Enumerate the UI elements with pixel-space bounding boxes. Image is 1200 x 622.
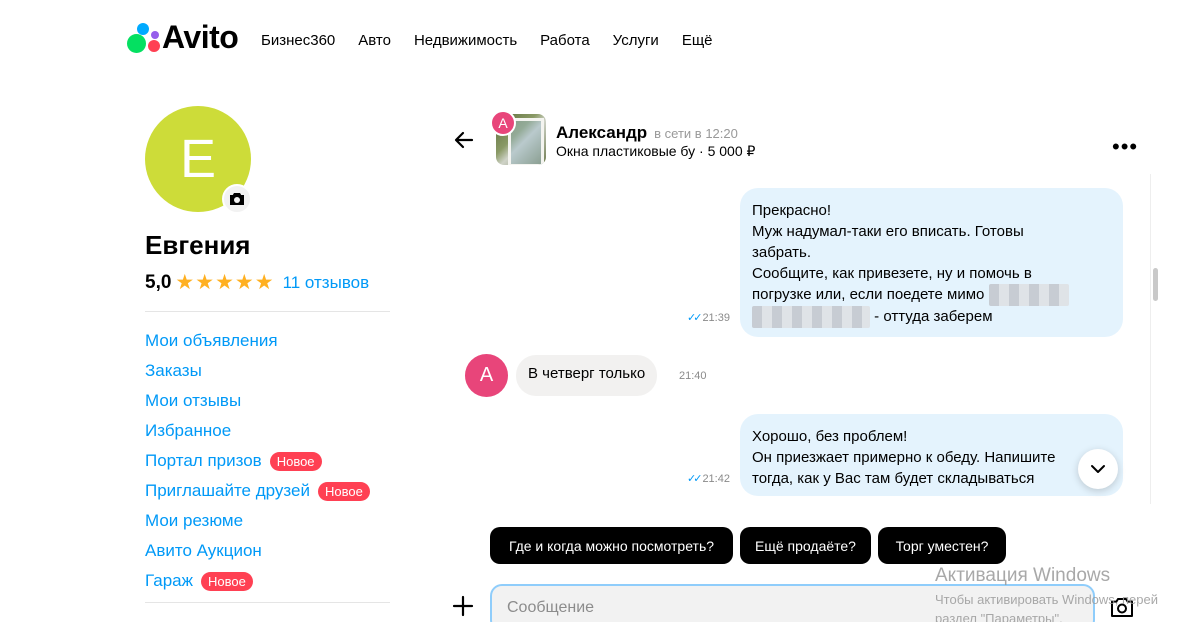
nav-realty[interactable]: Недвижимость bbox=[414, 32, 517, 49]
message-time: 21:40 bbox=[679, 370, 707, 382]
redacted-text bbox=[988, 284, 1069, 307]
menu-prize-portal[interactable]: Портал призов Новое bbox=[145, 446, 370, 476]
new-badge: Новое bbox=[269, 451, 322, 471]
rating-value: 5,0 bbox=[145, 271, 172, 293]
quick-reply-still-selling[interactable]: Ещё продаёте? bbox=[740, 527, 871, 564]
profile-name: Евгения bbox=[145, 230, 251, 260]
menu-my-reviews[interactable]: Мои отзывы bbox=[145, 386, 370, 416]
menu-invite-friends[interactable]: Приглашайте друзей Новое bbox=[145, 476, 370, 506]
star-icons: ★★★★★ bbox=[175, 271, 275, 294]
windows-activation-title: Активация Windows bbox=[935, 565, 1111, 586]
nav-more[interactable]: Ещё bbox=[682, 32, 713, 49]
contact-status: в сети в 12:20 bbox=[654, 126, 738, 141]
menu-auction[interactable]: Авито Аукцион bbox=[145, 536, 370, 566]
profile-menu: Мои объявления Заказы Мои отзывы Избранн… bbox=[145, 326, 370, 596]
contact-avatar: А bbox=[490, 110, 516, 136]
menu-my-ads[interactable]: Мои объявления bbox=[145, 326, 370, 356]
menu-favorites[interactable]: Избранное bbox=[145, 416, 370, 446]
quick-reply-where-when[interactable]: Где и когда можно посмотреть? bbox=[490, 527, 733, 564]
item-title[interactable]: Окна пластиковые бу · 5 000 ₽ bbox=[556, 143, 755, 160]
read-check-icon: ✓✓ bbox=[687, 473, 703, 485]
chat-scrollbar[interactable] bbox=[1150, 174, 1162, 504]
redacted-text bbox=[752, 306, 870, 329]
new-badge: Новое bbox=[317, 481, 370, 501]
menu-my-resumes[interactable]: Мои резюме bbox=[145, 506, 370, 536]
divider bbox=[145, 311, 390, 312]
message-outgoing: Хорошо, без проблем! Он приезжает пример… bbox=[740, 414, 1123, 496]
avito-logo[interactable]: Avito bbox=[126, 18, 239, 55]
nav-business360[interactable]: Бизнес360 bbox=[261, 32, 335, 49]
divider bbox=[145, 602, 390, 603]
attach-plus-icon[interactable] bbox=[452, 595, 474, 617]
quick-reply-bargain[interactable]: Торг уместен? bbox=[878, 527, 1006, 564]
message-outgoing: Прекрасно! Муж надумал-таки его вписать.… bbox=[740, 188, 1123, 337]
message-time: ✓✓ 21:42 bbox=[687, 472, 730, 486]
scroll-down-button[interactable] bbox=[1078, 449, 1118, 489]
nav-jobs[interactable]: Работа bbox=[540, 32, 590, 49]
windows-activation-text: Чтобы активировать Windows, перей bbox=[935, 592, 1159, 607]
avito-logo-mark bbox=[126, 20, 160, 54]
read-check-icon: ✓✓ bbox=[687, 312, 703, 324]
avatar-letter: Е bbox=[179, 129, 217, 189]
new-badge: Новое bbox=[201, 571, 253, 591]
chat-title: Александр в сети в 12:20 bbox=[556, 123, 738, 143]
nav-auto[interactable]: Авто bbox=[358, 32, 391, 49]
top-nav: Бизнес360 Авто Недвижимость Работа Услуг… bbox=[261, 32, 713, 49]
message-incoming: В четверг только bbox=[516, 355, 658, 396]
message-time: ✓✓ 21:39 bbox=[687, 311, 730, 325]
chat-scrollbar-thumb[interactable] bbox=[1153, 268, 1158, 301]
menu-garage[interactable]: Гараж Новое bbox=[145, 566, 370, 596]
nav-services[interactable]: Услуги bbox=[613, 32, 659, 49]
change-photo-button[interactable] bbox=[222, 184, 252, 214]
more-options-icon[interactable]: ••• bbox=[1112, 134, 1138, 160]
profile-rating: 5,0 ★★★★★ 11 отзывов bbox=[145, 270, 369, 295]
logo-text: Avito bbox=[162, 18, 239, 55]
chevron-down-icon bbox=[1091, 465, 1105, 473]
windows-activation-text: раздел "Параметры". bbox=[935, 611, 1063, 622]
menu-orders[interactable]: Заказы bbox=[145, 356, 370, 386]
back-arrow-icon[interactable] bbox=[452, 128, 476, 152]
camera-icon bbox=[230, 193, 244, 205]
contact-name[interactable]: Александр bbox=[556, 123, 647, 143]
site-header: Avito Бизнес360 Авто Недвижимость Работа… bbox=[0, 0, 1200, 82]
reviews-link[interactable]: 11 отзывов bbox=[283, 273, 370, 293]
contact-avatar[interactable]: А bbox=[465, 354, 508, 397]
